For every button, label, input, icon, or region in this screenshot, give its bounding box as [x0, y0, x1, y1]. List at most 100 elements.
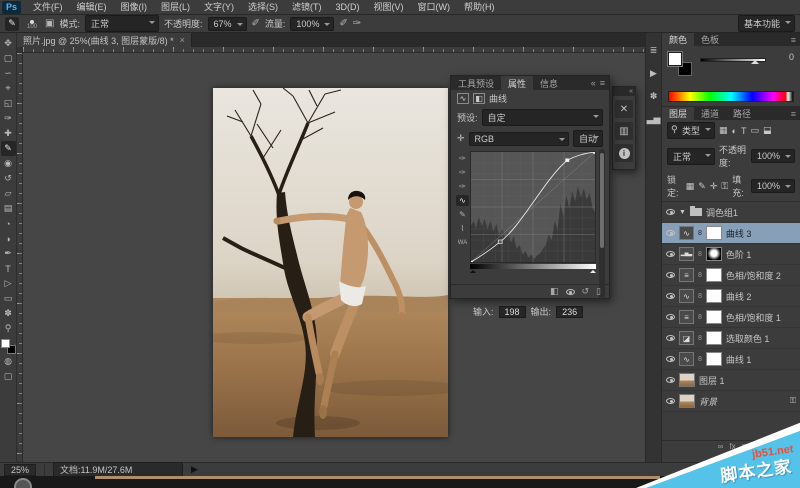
layers-panel-menu-icon[interactable]: ≡: [791, 107, 800, 120]
visibility-eye-icon[interactable]: [666, 377, 675, 383]
delete-layer-icon[interactable]: ▾: [790, 442, 794, 451]
layer-mask-thumbnail[interactable]: [706, 226, 722, 240]
filter-smart-icon[interactable]: ⬓: [763, 125, 772, 136]
pen-tool[interactable]: ✒: [1, 246, 16, 261]
histogram-panel-icon[interactable]: ▥: [615, 122, 633, 140]
layer-mask-thumbnail[interactable]: [706, 310, 722, 324]
tab-properties[interactable]: 属性: [501, 76, 533, 90]
adjustments-panel-icon[interactable]: ✕: [615, 100, 633, 118]
layer-row-hue2[interactable]: ≡ 8 色相/饱和度 2: [662, 265, 800, 286]
curve-point-tool-icon[interactable]: ∿: [456, 195, 469, 206]
shape-tool[interactable]: ▭: [1, 291, 16, 306]
white-point-eyedropper-icon[interactable]: ✑: [456, 181, 469, 192]
marquee-tool[interactable]: ▢: [1, 51, 16, 66]
curves-layer-icon[interactable]: ∿: [679, 352, 694, 366]
color-panel-menu-icon[interactable]: ≡: [791, 33, 800, 46]
link-layers-icon[interactable]: ∞: [718, 442, 724, 451]
gradient-tool[interactable]: ▤: [1, 201, 16, 216]
menu-3d[interactable]: 3D(D): [329, 0, 367, 14]
visibility-eye-icon[interactable]: [666, 209, 675, 215]
layer-row-background[interactable]: 背景 ⚿: [662, 391, 800, 412]
tab-paths[interactable]: 路径: [726, 107, 758, 120]
channel-dropdown[interactable]: RGB: [469, 132, 569, 146]
visibility-eye-icon[interactable]: [666, 356, 675, 362]
quick-mask-icon[interactable]: ◍: [1, 354, 16, 369]
tab-info[interactable]: 信息: [533, 76, 565, 90]
brush-preset-picker[interactable]: 100: [24, 18, 40, 30]
filter-adjustment-icon[interactable]: ◐: [732, 126, 737, 136]
add-mask-icon[interactable]: ▣: [742, 442, 750, 451]
histogram-icon[interactable]: ▃▅: [647, 114, 661, 125]
adjustments-icon[interactable]: ≣: [650, 45, 658, 56]
color-spectrum-bar[interactable]: [668, 91, 794, 102]
dodge-tool[interactable]: ◑: [1, 231, 16, 246]
smooth-curve-icon[interactable]: ⌇: [456, 223, 469, 234]
hand-tool[interactable]: ✽: [1, 306, 16, 321]
pressure-opacity-icon[interactable]: ✐: [252, 18, 260, 30]
layer-mask-thumbnail[interactable]: [706, 247, 722, 261]
pressure-size-icon[interactable]: ✑: [353, 18, 361, 30]
layer-row-levels1[interactable]: ▂▅▃ 8 色阶 1: [662, 244, 800, 265]
output-value[interactable]: 236: [556, 306, 583, 318]
opacity-dropdown[interactable]: 67%: [208, 17, 247, 31]
lock-all-icon[interactable]: ⚿: [721, 181, 728, 192]
status-options-arrow-icon[interactable]: ▶: [191, 464, 198, 475]
layer-row-layer1[interactable]: 图层 1: [662, 370, 800, 391]
lasso-tool[interactable]: ∽: [1, 66, 16, 81]
curve-grid[interactable]: [470, 151, 596, 263]
foreground-background-swatches[interactable]: [1, 339, 16, 354]
layer-thumbnail[interactable]: [679, 394, 695, 408]
menu-edit[interactable]: 编辑(E): [70, 0, 114, 14]
curves-layer-icon[interactable]: ∿: [679, 226, 694, 240]
toggle-brush-panel-icon[interactable]: ▣: [45, 18, 54, 30]
layer-opacity-dropdown[interactable]: 100%: [751, 149, 795, 163]
tab-layers[interactable]: 图层: [662, 107, 694, 120]
reset-icon[interactable]: ↺: [582, 286, 590, 297]
fill-dropdown[interactable]: 100%: [751, 179, 795, 193]
input-value[interactable]: 198: [499, 306, 526, 318]
menu-filter[interactable]: 滤镜(T): [285, 0, 329, 14]
lock-transparency-icon[interactable]: ▦: [686, 181, 695, 192]
hue-saturation-layer-icon[interactable]: ≡: [679, 268, 694, 282]
blur-tool[interactable]: ◔: [1, 216, 16, 231]
auto-button[interactable]: 自动: [573, 130, 603, 147]
foreground-color-swatch[interactable]: [1, 339, 10, 348]
tab-color[interactable]: 颜色: [662, 33, 694, 46]
layer-thumbnail[interactable]: [679, 373, 695, 387]
color-slider-handle[interactable]: [751, 56, 759, 64]
photo-document[interactable]: [213, 88, 448, 437]
black-point-eyedropper-icon[interactable]: ✑: [456, 153, 469, 164]
visibility-eye-icon[interactable]: [666, 251, 675, 257]
close-tab-icon[interactable]: ×: [180, 35, 185, 45]
tab-channels[interactable]: 通道: [694, 107, 726, 120]
lock-position-icon[interactable]: ✛: [710, 181, 718, 192]
brush-tool-icon[interactable]: ✎: [5, 17, 19, 31]
menu-window[interactable]: 窗口(W): [411, 0, 458, 14]
expand-triangle-icon[interactable]: ▼: [679, 209, 686, 216]
color-slider[interactable]: [700, 58, 766, 62]
layer-row-curves2[interactable]: ∿ 8 曲线 2: [662, 286, 800, 307]
menu-help[interactable]: 帮助(H): [457, 0, 502, 14]
move-tool[interactable]: ✥: [1, 36, 16, 51]
shadow-slider[interactable]: [470, 267, 476, 273]
zoom-tool[interactable]: ⚲: [1, 321, 16, 336]
info-panel-icon[interactable]: i: [615, 144, 633, 162]
quick-select-tool[interactable]: ⌖: [1, 81, 16, 96]
curves-layer-icon[interactable]: ∿: [679, 289, 694, 303]
menu-select[interactable]: 选择(S): [241, 0, 285, 14]
panel-foreground-swatch[interactable]: [668, 52, 682, 66]
lock-pixels-icon[interactable]: ✎: [698, 181, 706, 192]
clip-mask-icon[interactable]: ◧: [473, 93, 485, 104]
workspace-switcher[interactable]: 基本功能: [738, 15, 795, 32]
menu-layer[interactable]: 图层(L): [154, 0, 197, 14]
color-slider-value[interactable]: 0: [789, 52, 794, 62]
filter-shape-icon[interactable]: ▭: [750, 125, 759, 136]
delete-adjustment-icon[interactable]: ▯: [596, 286, 601, 297]
highlight-slider[interactable]: [590, 267, 596, 273]
layer-filter-dropdown[interactable]: ⚲类型: [667, 122, 715, 139]
visibility-eye-icon[interactable]: [666, 398, 675, 404]
panel-scrollbar[interactable]: [599, 149, 605, 299]
airbrush-icon[interactable]: ✐: [339, 18, 347, 30]
layer-row-curves3[interactable]: ∿ 8 曲线 3: [662, 223, 800, 244]
visibility-eye-icon[interactable]: [566, 289, 575, 295]
